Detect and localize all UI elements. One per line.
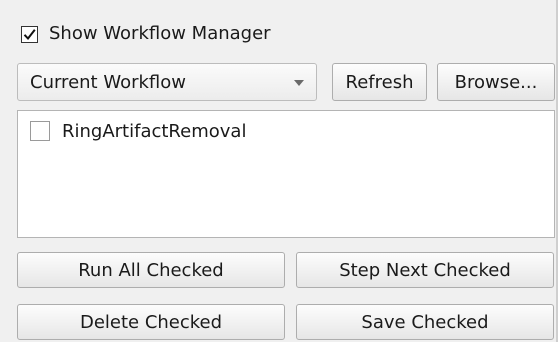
- refresh-button[interactable]: Refresh: [332, 63, 427, 101]
- show-workflow-manager-toggle[interactable]: Show Workflow Manager: [21, 20, 271, 48]
- workflow-list[interactable]: RingArtifactRemoval: [17, 110, 555, 238]
- list-item-label: RingArtifactRemoval: [62, 120, 247, 142]
- step-next-checked-label: Step Next Checked: [339, 259, 511, 281]
- workflow-manager-panel: Show Workflow Manager Current Workflow R…: [0, 0, 558, 342]
- browse-button[interactable]: Browse...: [437, 63, 555, 101]
- workflow-select-value: Current Workflow: [30, 71, 186, 93]
- list-item-checkbox[interactable]: [30, 121, 50, 141]
- save-checked-label: Save Checked: [361, 311, 489, 333]
- workflow-select[interactable]: Current Workflow: [17, 63, 317, 101]
- save-checked-button[interactable]: Save Checked: [296, 304, 554, 340]
- step-next-checked-button[interactable]: Step Next Checked: [296, 252, 554, 288]
- show-workflow-manager-checkbox[interactable]: [21, 25, 38, 43]
- delete-checked-button[interactable]: Delete Checked: [17, 304, 285, 340]
- browse-button-label: Browse...: [454, 71, 538, 93]
- refresh-button-label: Refresh: [345, 71, 414, 93]
- run-all-checked-button[interactable]: Run All Checked: [17, 252, 285, 288]
- delete-checked-label: Delete Checked: [79, 311, 223, 333]
- list-item[interactable]: RingArtifactRemoval: [30, 118, 246, 144]
- chevron-down-icon: [294, 80, 304, 86]
- checkmark-icon: [23, 28, 36, 40]
- show-workflow-manager-label: Show Workflow Manager: [49, 23, 271, 44]
- run-all-checked-label: Run All Checked: [78, 259, 224, 281]
